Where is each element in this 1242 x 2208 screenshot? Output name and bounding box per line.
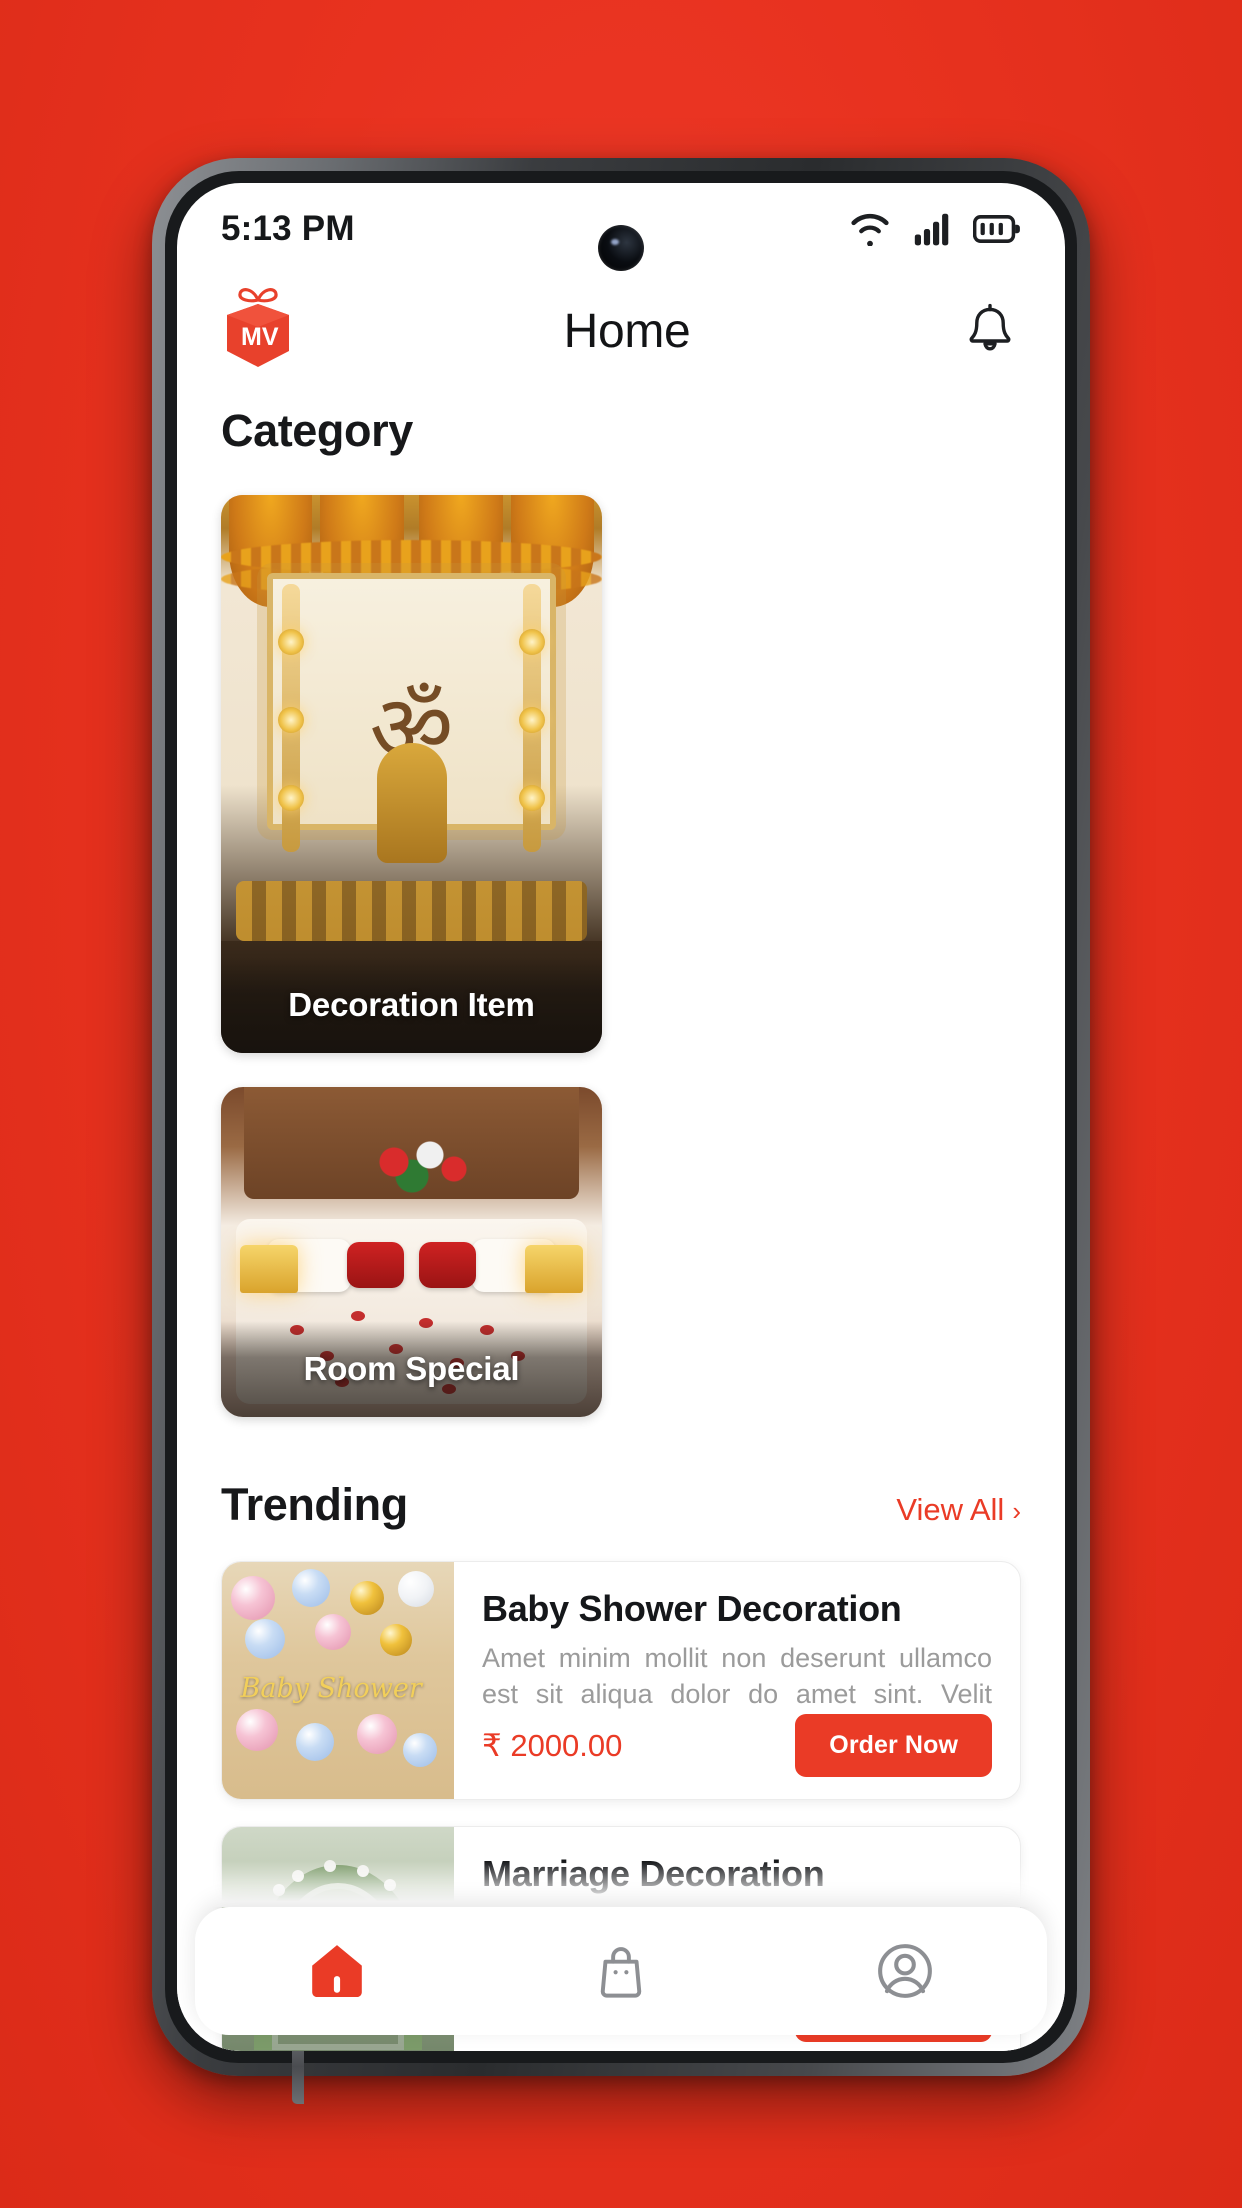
baby-shower-image: Baby Shower: [222, 1562, 454, 1799]
bell-icon[interactable]: [959, 300, 1021, 362]
nav-item-home[interactable]: [282, 1923, 392, 2019]
front-camera-punch-hole: [598, 225, 644, 271]
category-section-header: Category: [177, 405, 1065, 457]
logo-letter-m: MV: [241, 323, 279, 351]
scrollable-content[interactable]: Category ॐ Decoration Item Room Special …: [177, 387, 1065, 2051]
nav-item-profile[interactable]: [850, 1923, 960, 2019]
user-account-icon: [878, 1944, 932, 1998]
nav-item-orders[interactable]: [566, 1923, 676, 2019]
page-title: Home: [563, 304, 691, 358]
category-card-room-special[interactable]: Room Special: [221, 1087, 602, 1417]
trending-card-body: Baby Shower Decoration Amet minim mollit…: [454, 1562, 1020, 1799]
category-heading: Category: [221, 405, 413, 456]
category-column-right: Custom Decoration HappyAnniversary: [640, 495, 1021, 1417]
app-header: MV Home: [177, 275, 1065, 387]
trending-card-title: Marriage Decoration: [482, 1853, 825, 1894]
phone-bezel: 5:13 PM MV Home Category ॐ Decoration It…: [165, 171, 1077, 2063]
view-all-label: View All: [896, 1492, 1005, 1527]
status-bar-icons: [847, 212, 1021, 246]
trending-card-footer: ₹ 2000.00 Order Now: [482, 1714, 992, 1777]
trending-card[interactable]: Baby Shower Baby Shower Decoration Amet …: [221, 1561, 1021, 1800]
view-all-link[interactable]: View All ›: [896, 1492, 1021, 1528]
trending-thumbnail: Baby Shower: [222, 1562, 454, 1799]
status-bar-clock: 5:13 PM: [221, 209, 355, 248]
category-card-label: Decoration Item: [221, 957, 602, 1053]
home-icon: [312, 1945, 362, 1998]
trending-section-header: Trending View All ›: [177, 1479, 1065, 1531]
phone-screen: 5:13 PM MV Home Category ॐ Decoration It…: [177, 183, 1065, 2051]
shopping-bag-icon: [600, 1947, 642, 1998]
wifi-icon: [851, 213, 889, 246]
category-card-label: Room Special: [221, 1321, 602, 1417]
phone-device-frame: 5:13 PM MV Home Category ॐ Decoration It…: [152, 158, 1090, 2104]
category-grid: ॐ Decoration Item Room Special: [177, 495, 1065, 1417]
chevron-right-icon: ›: [1012, 1496, 1021, 1526]
category-column-left: ॐ Decoration Item Room Special: [221, 495, 602, 1417]
battery-icon: [973, 215, 1020, 243]
category-card-decoration-item[interactable]: ॐ Decoration Item: [221, 495, 602, 1053]
cellular-signal-icon: [914, 213, 949, 246]
trending-card-description: Amet minim mollit non deserunt ullamco e…: [482, 1643, 992, 1710]
status-bar: 5:13 PM: [177, 183, 1065, 275]
trending-card-title: Baby Shower Decoration: [482, 1588, 902, 1629]
bottom-navigation-bar: [195, 1907, 1047, 2035]
trending-heading: Trending: [221, 1479, 408, 1530]
order-now-button[interactable]: Order Now: [795, 1714, 992, 1777]
gift-box-logo[interactable]: MV: [221, 287, 295, 375]
trending-card-price: ₹ 2000.00: [482, 1727, 623, 1763]
